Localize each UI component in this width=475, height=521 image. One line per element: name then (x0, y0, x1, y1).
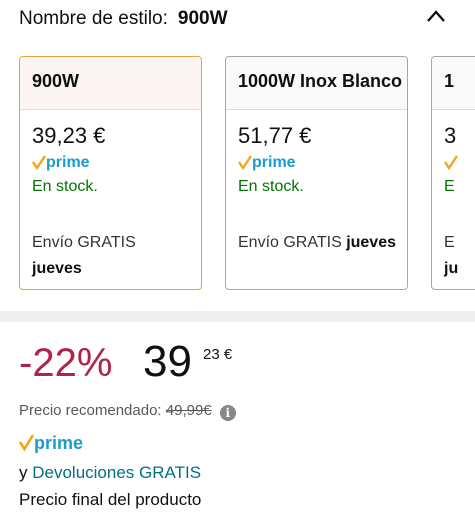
option-price: 51,77 € (238, 123, 312, 148)
option-price: 3 (444, 123, 457, 148)
style-selector-header: Nombre de estilo: 900W (19, 8, 228, 30)
prime-label: prime (252, 154, 296, 171)
prime-badge (444, 153, 458, 173)
prime-check-icon (32, 155, 46, 171)
free-returns: y Devoluciones GRATIS (19, 463, 201, 483)
prime-badge: prime (238, 153, 296, 173)
recommended-price: Precio recomendado: 49,99€ i (19, 402, 236, 421)
style-option-card-900w[interactable]: 900W 39,23 € prime En stock. Envío GRATI… (19, 56, 202, 290)
final-price-note: Precio final del producto (19, 490, 202, 509)
style-option-card-partial[interactable]: 1 3 E E ju (431, 56, 475, 290)
shipping-day: jueves (32, 260, 82, 277)
style-option-card-1000w-inox-blanco[interactable]: 1000W Inox Blanco 51,77 € prime En stock… (225, 56, 408, 290)
chevron-up-icon[interactable] (425, 8, 447, 24)
shipping-day: ju (444, 260, 459, 277)
shipping-prefix: Envío GRATIS (32, 234, 136, 251)
option-name: 1000W Inox Blanco (226, 57, 407, 110)
stock-status: En stock. (238, 178, 304, 195)
rrp-value: 49,99€ (165, 402, 212, 419)
price-whole: 39 (143, 337, 192, 386)
shipping-info: Envío GRATIS jueves (238, 230, 396, 256)
prime-label: prime (46, 154, 90, 171)
shipping-info: E ju (444, 230, 458, 282)
returns-prefix: y (19, 463, 28, 482)
option-name: 1 (432, 57, 475, 110)
prime-badge: prime (18, 432, 84, 454)
style-value: 900W (177, 8, 228, 29)
stock-status: En stock. (32, 178, 98, 195)
option-price: 39,23 € (32, 123, 106, 148)
free-returns-link[interactable]: Devoluciones GRATIS (32, 463, 201, 482)
prime-label: prime (34, 433, 84, 453)
style-label: Nombre de estilo: (19, 8, 168, 29)
discount-percentage: -22% (19, 341, 113, 385)
option-name: 900W (20, 57, 201, 110)
prime-check-icon (444, 155, 458, 171)
shipping-info: Envío GRATIS jueves (32, 230, 136, 282)
shipping-day: jueves (346, 234, 396, 251)
shipping-prefix: Envío GRATIS (238, 234, 342, 251)
style-options-carousel[interactable]: 900W 39,23 € prime En stock. Envío GRATI… (19, 56, 475, 292)
rrp-label: Precio recomendado: (19, 402, 162, 419)
prime-check-icon (238, 155, 252, 171)
stock-status: E (444, 178, 455, 195)
price-fraction: 23 € (203, 346, 233, 363)
prime-check-icon (18, 434, 35, 452)
prime-badge: prime (32, 153, 90, 173)
section-divider (0, 311, 475, 322)
info-icon[interactable]: i (219, 405, 236, 421)
shipping-prefix: E (444, 234, 455, 251)
